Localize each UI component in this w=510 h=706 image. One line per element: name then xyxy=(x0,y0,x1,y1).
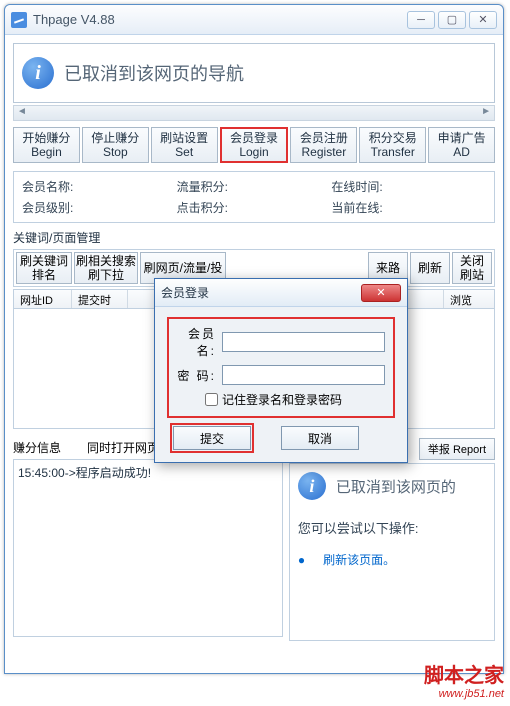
watermark: 脚本之家 www.jb51.net xyxy=(424,659,504,700)
titlebar[interactable]: Thpage V4.88 ─ ▢ ✕ xyxy=(5,5,503,35)
bullet-icon: ● xyxy=(298,553,305,567)
log-box[interactable]: 15:45:00->程序启动成功! xyxy=(13,459,283,637)
keyword-section-label: 关键词/页面管理 xyxy=(13,229,495,246)
horizontal-scrollbar[interactable] xyxy=(13,105,495,121)
help-panel: 公告/使用帮助 举报 Report i 已取消到该网页的 您可以尝试以下操作: … xyxy=(289,435,495,641)
toolbar-btn-login[interactable]: 会员登录Login xyxy=(220,127,289,163)
btn-close-brush[interactable]: 关闭刷站 xyxy=(452,252,492,284)
col-url-id[interactable]: 网址ID xyxy=(14,290,72,308)
minimize-button[interactable]: ─ xyxy=(407,11,435,29)
btn-keyword-rank[interactable]: 刷关键词排名 xyxy=(16,252,72,284)
cancel-button[interactable]: 取消 xyxy=(281,426,359,450)
toolbar-btn-register[interactable]: 会员注册Register xyxy=(290,127,357,163)
toolbar-btn-ad[interactable]: 申请广告AD xyxy=(428,127,495,163)
toolbar-btn-transfer[interactable]: 积分交易Transfer xyxy=(359,127,426,163)
password-label: 密 码: xyxy=(177,367,216,384)
toolbar-btn-begin[interactable]: 开始赚分Begin xyxy=(13,127,80,163)
report-button[interactable]: 举报 Report xyxy=(419,438,495,460)
btn-refresh[interactable]: 刷新 xyxy=(410,252,450,284)
member-info-panel: 会员名称: 流量积分: 在线时间: 会员级别: 点击积分: 当前在线: xyxy=(13,171,495,223)
app-icon xyxy=(11,12,27,28)
earn-panel: 赚分信息 同时打开网页数: 6 15:45:00->程序启动成功! xyxy=(13,435,283,641)
username-input[interactable] xyxy=(222,332,385,352)
submit-button[interactable]: 提交 xyxy=(173,426,251,450)
help-box: i 已取消到该网页的 您可以尝试以下操作: ● 刷新该页面。 xyxy=(289,463,495,641)
log-line: 15:45:00->程序启动成功! xyxy=(18,464,278,481)
label-member-level: 会员级别: xyxy=(22,199,177,216)
username-label: 会员名: xyxy=(177,325,216,359)
login-form-highlight: 会员名: 密 码: 记住登录名和登录密码 xyxy=(167,317,395,418)
label-click-points: 点击积分: xyxy=(177,199,332,216)
bottom-panels: 赚分信息 同时打开网页数: 6 15:45:00->程序启动成功! 公告/使用帮… xyxy=(13,435,495,641)
password-input[interactable] xyxy=(222,365,385,385)
remember-label: 记住登录名和登录密码 xyxy=(222,391,342,408)
dialog-close-button[interactable]: ✕ xyxy=(361,284,401,302)
nav-cancelled-banner: i 已取消到该网页的导航 xyxy=(13,43,495,103)
maximize-button[interactable]: ▢ xyxy=(438,11,466,29)
help-subtext: 您可以尝试以下操作: xyxy=(298,518,486,537)
toolbar-btn-set[interactable]: 刷站设置Set xyxy=(151,127,218,163)
login-dialog: 会员登录 ✕ 会员名: 密 码: 记住登录名和登录密码 提交 取消 xyxy=(154,278,408,463)
remember-checkbox[interactable] xyxy=(205,393,218,406)
earn-label: 赚分信息 xyxy=(13,439,61,456)
info-icon: i xyxy=(22,57,54,89)
banner-text: 已取消到该网页的导航 xyxy=(64,60,244,86)
close-button[interactable]: ✕ xyxy=(469,11,497,29)
label-current-online: 当前在线: xyxy=(331,199,486,216)
dialog-title: 会员登录 xyxy=(161,284,361,301)
dialog-titlebar[interactable]: 会员登录 ✕ xyxy=(155,279,407,307)
btn-related-search[interactable]: 刷相关搜索刷下拉 xyxy=(74,252,138,284)
help-banner-text: 已取消到该网页的 xyxy=(336,476,456,497)
watermark-url: www.jb51.net xyxy=(424,688,504,700)
info-icon: i xyxy=(298,472,326,500)
col-submit-time[interactable]: 提交时 xyxy=(72,290,128,308)
watermark-name: 脚本之家 xyxy=(424,659,504,688)
refresh-link[interactable]: 刷新该页面。 xyxy=(323,553,395,567)
dialog-body: 会员名: 密 码: 记住登录名和登录密码 提交 取消 xyxy=(155,307,407,462)
main-toolbar: 开始赚分Begin停止赚分Stop刷站设置Set会员登录Login会员注册Reg… xyxy=(13,127,495,163)
label-flow-points: 流量积分: xyxy=(177,178,332,195)
window-title: Thpage V4.88 xyxy=(33,12,404,27)
col-browse[interactable]: 浏览 xyxy=(444,290,494,308)
label-member-name: 会员名称: xyxy=(22,178,177,195)
toolbar-btn-stop[interactable]: 停止赚分Stop xyxy=(82,127,149,163)
label-online-time: 在线时间: xyxy=(331,178,486,195)
